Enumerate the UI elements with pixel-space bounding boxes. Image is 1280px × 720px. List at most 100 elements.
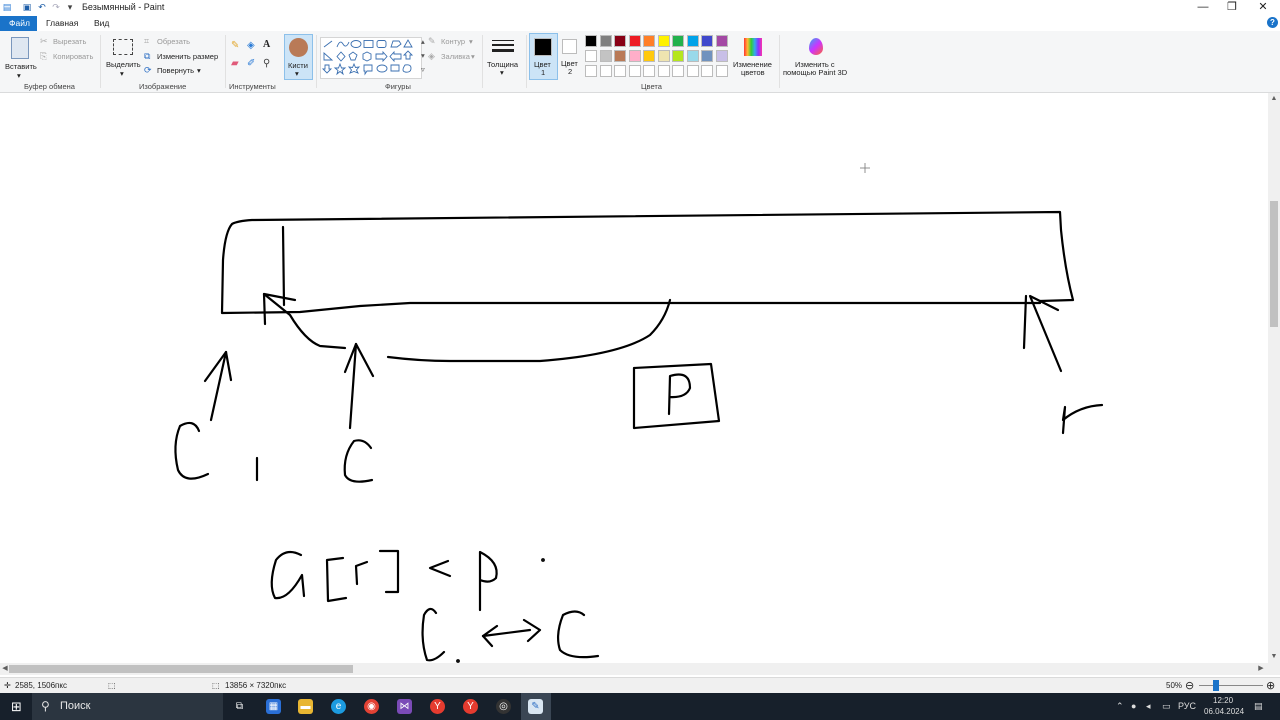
windows-start-icon[interactable]: ⊞ <box>9 699 24 714</box>
tab-view[interactable]: Вид <box>85 16 118 31</box>
minimize-button[interactable]: — <box>1188 0 1218 15</box>
obs-icon[interactable]: ◎ <box>496 699 511 714</box>
select-button[interactable]: Выделить ▾ <box>104 35 142 79</box>
brushes-button[interactable]: Кисти ▾ <box>284 34 313 80</box>
zoom-slider-thumb[interactable] <box>1213 680 1219 691</box>
shapes-gallery[interactable] <box>320 37 422 79</box>
shapes-scroll-up-icon[interactable]: ▴ <box>421 37 425 46</box>
shapes-scroll-down-icon[interactable]: ▾ <box>421 51 425 60</box>
palette-color-swatch[interactable] <box>599 50 612 62</box>
edge-icon[interactable]: e <box>331 699 346 714</box>
cut-button[interactable]: Вырезать <box>53 37 86 46</box>
palette-color-swatch[interactable] <box>614 35 626 47</box>
eraser-icon[interactable]: ▰ <box>231 58 239 70</box>
palette-color-swatch[interactable] <box>657 65 670 77</box>
task-view-icon[interactable]: ⧉ <box>232 699 247 714</box>
pencil-icon[interactable]: ✎ <box>231 40 239 52</box>
color-picker-icon[interactable]: ✐ <box>247 58 255 70</box>
palette-color-swatch[interactable] <box>701 65 713 77</box>
tab-home[interactable]: Главная <box>37 16 87 31</box>
palette-color-swatch[interactable] <box>585 35 597 47</box>
language-indicator[interactable]: РУС <box>1178 701 1196 711</box>
scroll-down-icon[interactable]: ▼ <box>1269 651 1279 663</box>
palette-color-swatch[interactable] <box>643 35 655 47</box>
zoom-out-button[interactable]: ⊖ <box>1185 679 1194 692</box>
network-icon[interactable]: ▭ <box>1162 701 1171 712</box>
undo-icon[interactable]: ↶ <box>37 2 47 12</box>
palette-color-swatch[interactable] <box>585 65 597 77</box>
palette-color-swatch[interactable] <box>628 65 641 77</box>
save-icon[interactable]: ▣ <box>22 2 32 12</box>
quick-access-dropdown-icon[interactable]: ▾ <box>65 2 75 12</box>
palette-color-swatch[interactable] <box>657 35 670 47</box>
color1-button[interactable]: Цвет 1 <box>529 33 558 80</box>
shapes-expand-icon[interactable]: ▿ <box>421 65 425 74</box>
palette-color-swatch[interactable] <box>614 65 626 77</box>
palette-color-swatch[interactable] <box>628 35 641 47</box>
clock-time[interactable]: 12:20 <box>1213 696 1233 705</box>
palette-color-swatch[interactable] <box>672 35 684 47</box>
vertical-scroll-thumb[interactable] <box>1270 201 1278 327</box>
edit-colors-button[interactable]: Изменение цветов <box>731 35 775 79</box>
scroll-up-icon[interactable]: ▲ <box>1269 93 1279 105</box>
text-tool-icon[interactable]: A <box>263 39 270 51</box>
palette-color-swatch[interactable] <box>672 65 684 77</box>
palette-color-swatch[interactable] <box>686 35 699 47</box>
zoom-slider-track[interactable] <box>1199 685 1263 686</box>
magnifier-icon[interactable]: ⚲ <box>263 58 270 70</box>
fill-bucket-icon[interactable]: ◈ <box>247 40 255 52</box>
store-icon[interactable]: ▦ <box>266 699 281 714</box>
palette-color-swatch[interactable] <box>643 65 655 77</box>
vertical-scrollbar[interactable]: ▲ ▼ <box>1268 93 1280 663</box>
chrome-icon[interactable]: ◉ <box>364 699 379 714</box>
palette-color-swatch[interactable] <box>715 50 728 62</box>
palette-color-swatch[interactable] <box>628 50 641 62</box>
palette-color-swatch[interactable] <box>614 50 626 62</box>
palette-color-swatch[interactable] <box>715 35 728 47</box>
palette-color-swatch[interactable] <box>599 35 612 47</box>
maximize-button[interactable]: ❐ <box>1217 0 1247 15</box>
notifications-icon[interactable]: ▤ <box>1254 701 1263 712</box>
resize-button[interactable]: Изменить размер <box>157 52 218 61</box>
size-button[interactable]: Толщина ▾ <box>486 34 522 78</box>
fill-button[interactable]: Заливка <box>441 52 470 61</box>
palette-color-swatch[interactable] <box>585 50 597 62</box>
close-button[interactable]: ✕ <box>1248 0 1278 15</box>
clock-date[interactable]: 06.04.2024 <box>1204 707 1244 716</box>
visual-studio-icon[interactable]: ⋈ <box>397 699 412 714</box>
sound-icon[interactable]: ◂ <box>1146 701 1151 712</box>
fill-dropdown-icon[interactable]: ▾ <box>471 52 475 61</box>
rotate-button[interactable]: Повернуть <box>157 66 194 75</box>
palette-color-swatch[interactable] <box>672 50 684 62</box>
zoom-in-button[interactable]: ⊕ <box>1266 679 1275 692</box>
horizontal-scrollbar[interactable]: ◀ ▶ <box>0 663 1280 675</box>
yandex-browser-icon[interactable]: Y <box>430 699 445 714</box>
paint3d-button[interactable]: Изменить с помощью Paint 3D <box>782 35 852 79</box>
rotate-dropdown-icon[interactable]: ▾ <box>197 66 201 75</box>
palette-color-swatch[interactable] <box>657 50 670 62</box>
palette-color-swatch[interactable] <box>701 50 713 62</box>
file-explorer-icon[interactable]: ▬ <box>298 699 313 714</box>
outline-button[interactable]: Контур <box>441 37 465 46</box>
palette-color-swatch[interactable] <box>599 65 612 77</box>
horizontal-scroll-thumb[interactable] <box>9 665 353 673</box>
tray-chevron-icon[interactable]: ⌃ <box>1116 701 1124 712</box>
color2-button[interactable]: Цвет 2 <box>558 33 584 78</box>
yandex-browser-icon-2[interactable]: Y <box>463 699 478 714</box>
palette-color-swatch[interactable] <box>715 65 728 77</box>
palette-color-swatch[interactable] <box>643 50 655 62</box>
outline-dropdown-icon[interactable]: ▾ <box>469 37 473 46</box>
tab-file[interactable]: Файл <box>0 16 37 31</box>
palette-color-swatch[interactable] <box>686 65 699 77</box>
help-icon[interactable]: ? <box>1267 17 1278 28</box>
redo-icon[interactable]: ↷ <box>51 2 61 12</box>
palette-color-swatch[interactable] <box>686 50 699 62</box>
drawing-canvas[interactable] <box>0 93 1268 663</box>
taskbar-search[interactable]: ⚲ Поиск <box>32 693 223 720</box>
microphone-icon[interactable]: ● <box>1131 701 1136 711</box>
copy-button[interactable]: Копировать <box>53 52 93 61</box>
scroll-right-icon[interactable]: ▶ <box>1256 663 1266 675</box>
taskbar-paint-app[interactable]: ✎ <box>521 693 551 720</box>
paste-button[interactable]: Вставить ▾ <box>5 35 37 80</box>
palette-color-swatch[interactable] <box>701 35 713 47</box>
